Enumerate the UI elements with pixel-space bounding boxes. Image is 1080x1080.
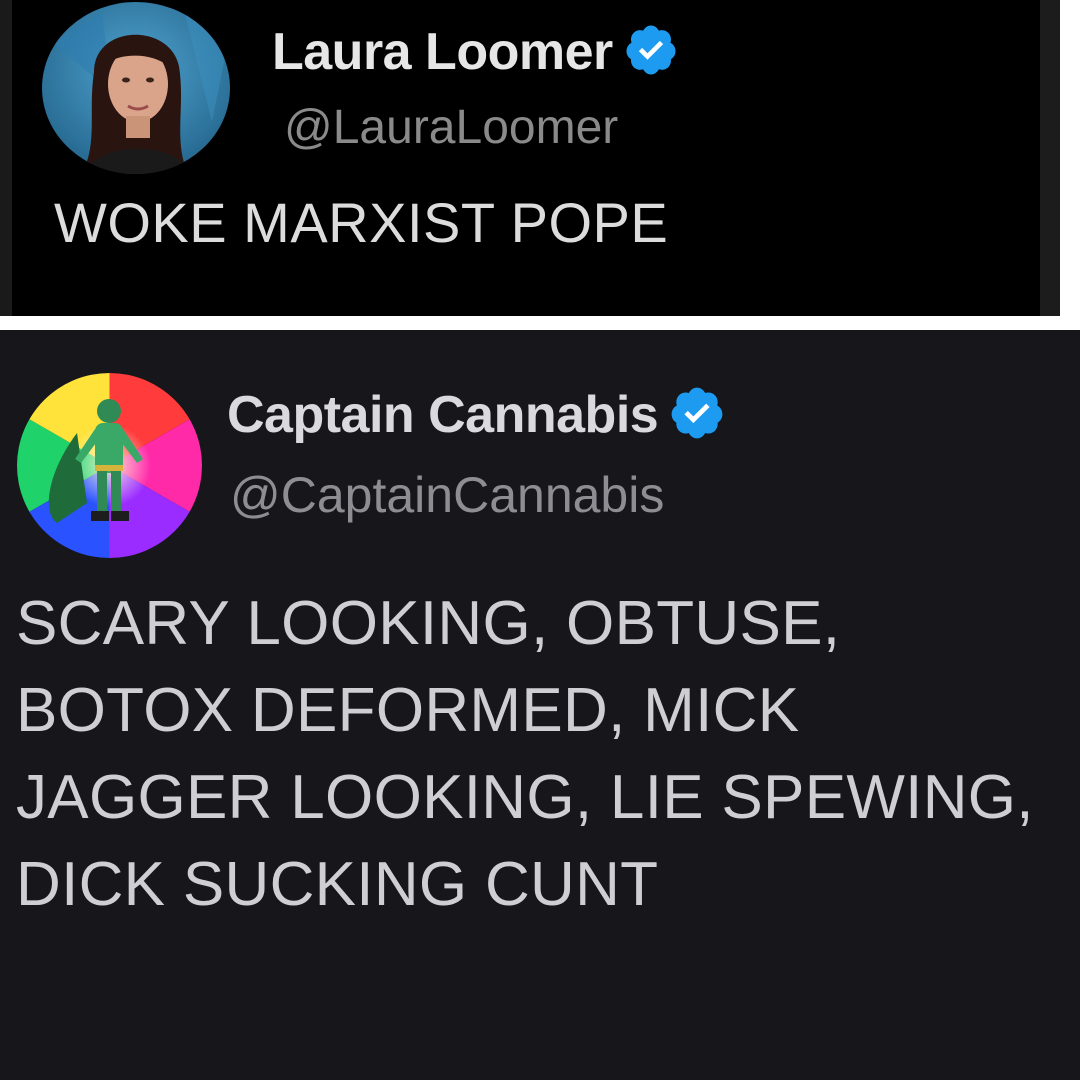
avatar-laura[interactable] (42, 2, 230, 174)
panel-edge (0, 0, 12, 316)
avatar-captain-cannabis[interactable] (17, 373, 202, 558)
author-handle[interactable]: @LauraLoomer (284, 100, 618, 155)
screenshot-collage: Laura Loomer @LauraLoomer WOKE MARXIST P… (0, 0, 1080, 1080)
display-name[interactable]: Laura Loomer (272, 22, 613, 82)
superhero-avatar-icon (17, 373, 202, 558)
tweet-text: WOKE MARXIST POPE (54, 191, 669, 254)
verified-badge-icon (623, 22, 679, 83)
author-name-row: Laura Loomer (272, 22, 679, 82)
tweet-card-bottom: Captain Cannabis @CaptainCannabis SCARY … (0, 330, 1080, 1080)
panel-edge (1040, 0, 1060, 316)
divider (0, 316, 1080, 330)
profile-photo-icon (42, 2, 230, 174)
author-name-row: Captain Cannabis (227, 384, 726, 446)
author-handle[interactable]: @CaptainCannabis (230, 466, 664, 524)
tweet-text: SCARY LOOKING, OBTUSE, BOTOX DEFORMED, M… (16, 589, 1034, 919)
display-name[interactable]: Captain Cannabis (227, 385, 659, 445)
tweet-card-top: Laura Loomer @LauraLoomer WOKE MARXIST P… (12, 0, 1060, 316)
verified-badge-icon (668, 384, 726, 447)
